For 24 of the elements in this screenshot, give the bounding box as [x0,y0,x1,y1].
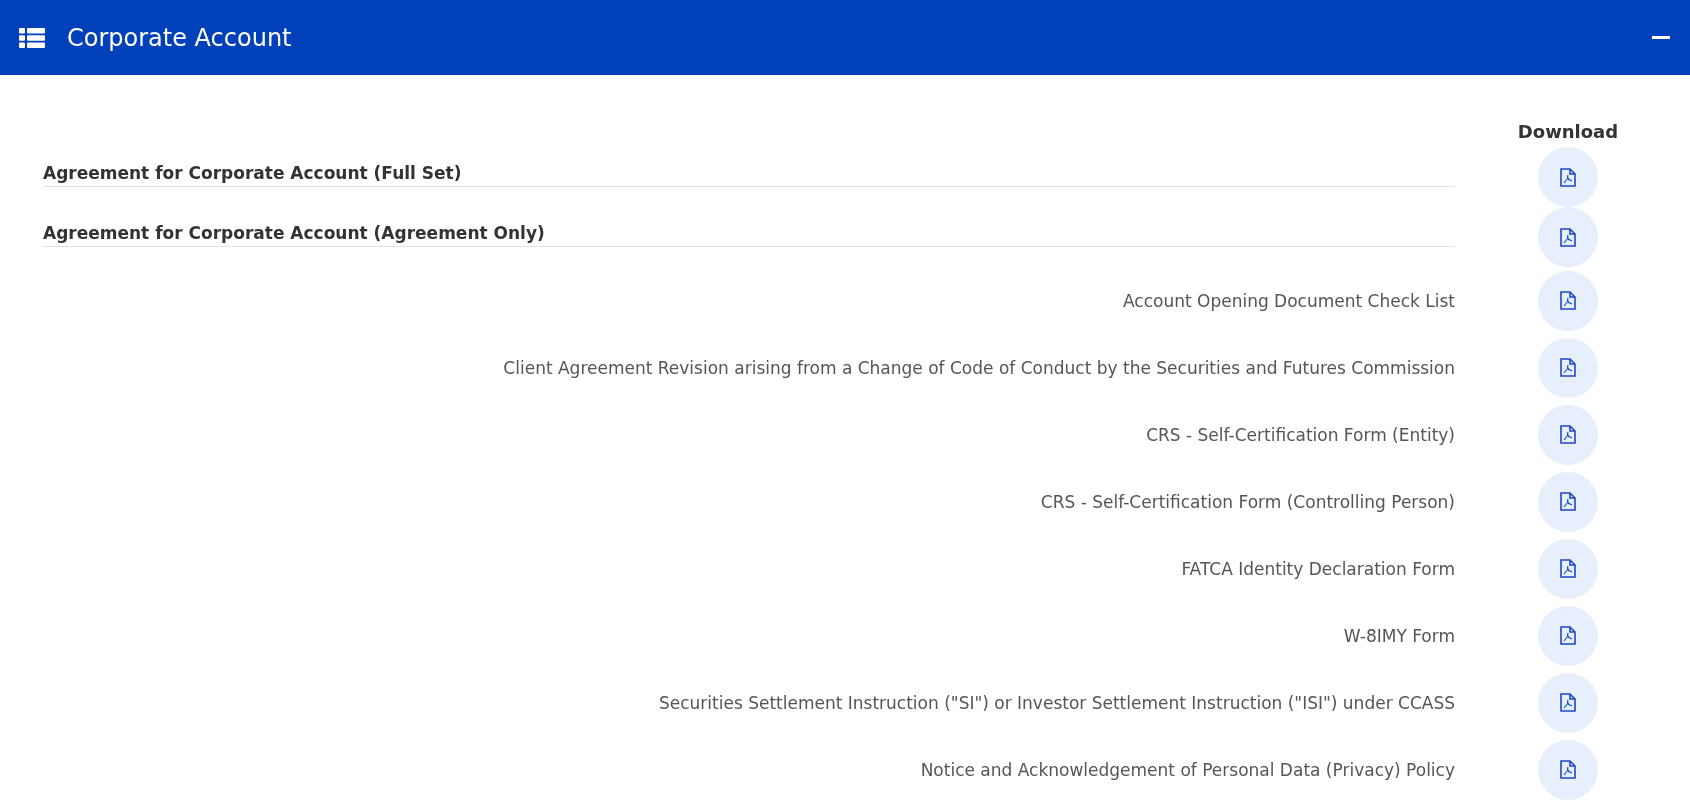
column-heading: Download [1517,120,1619,144]
document-title: FATCA Identity Declaration Form [1181,558,1455,579]
list-icon [19,27,45,48]
panel-title: Corporate Account [67,23,293,52]
document-title: Securities Settlement Instruction ("SI") or Investor Settlement Instruction ("ISI") under CCASS [658,692,1455,713]
pdf-file-icon [1560,291,1576,310]
document-title: CRS - Self-Certification Form (Entity) [1146,424,1455,445]
pdf-file-icon [1560,559,1576,578]
pdf-file-icon [1560,760,1576,779]
document-title: Agreement for Corporate Account (Agreement Only) [43,223,1455,247]
pdf-file-icon [1560,227,1576,247]
pdf-file-icon [1560,626,1576,645]
pdf-file-icon [1560,492,1576,511]
pdf-file-icon [1560,425,1576,444]
document-title: CRS - Self-Certification Form (Controlling Person) [1040,491,1455,512]
document-title: Notice and Acknowledgement of Personal Data (Privacy) Policy [920,759,1455,780]
document-title: Client Agreement Revision arising from a Change of Code of Conduct by the Securities and Futures Commission [503,357,1455,378]
pdf-file-icon [1560,693,1576,712]
pdf-file-icon [1560,167,1576,187]
minimize-icon[interactable] [1652,35,1670,40]
document-title: Agreement for Corporate Account (Full Set) [43,163,1455,187]
pdf-file-icon [1560,358,1576,377]
document-title: W-8IMY Form [1343,625,1455,646]
document-title: Account Opening Document Check List [1122,290,1455,311]
